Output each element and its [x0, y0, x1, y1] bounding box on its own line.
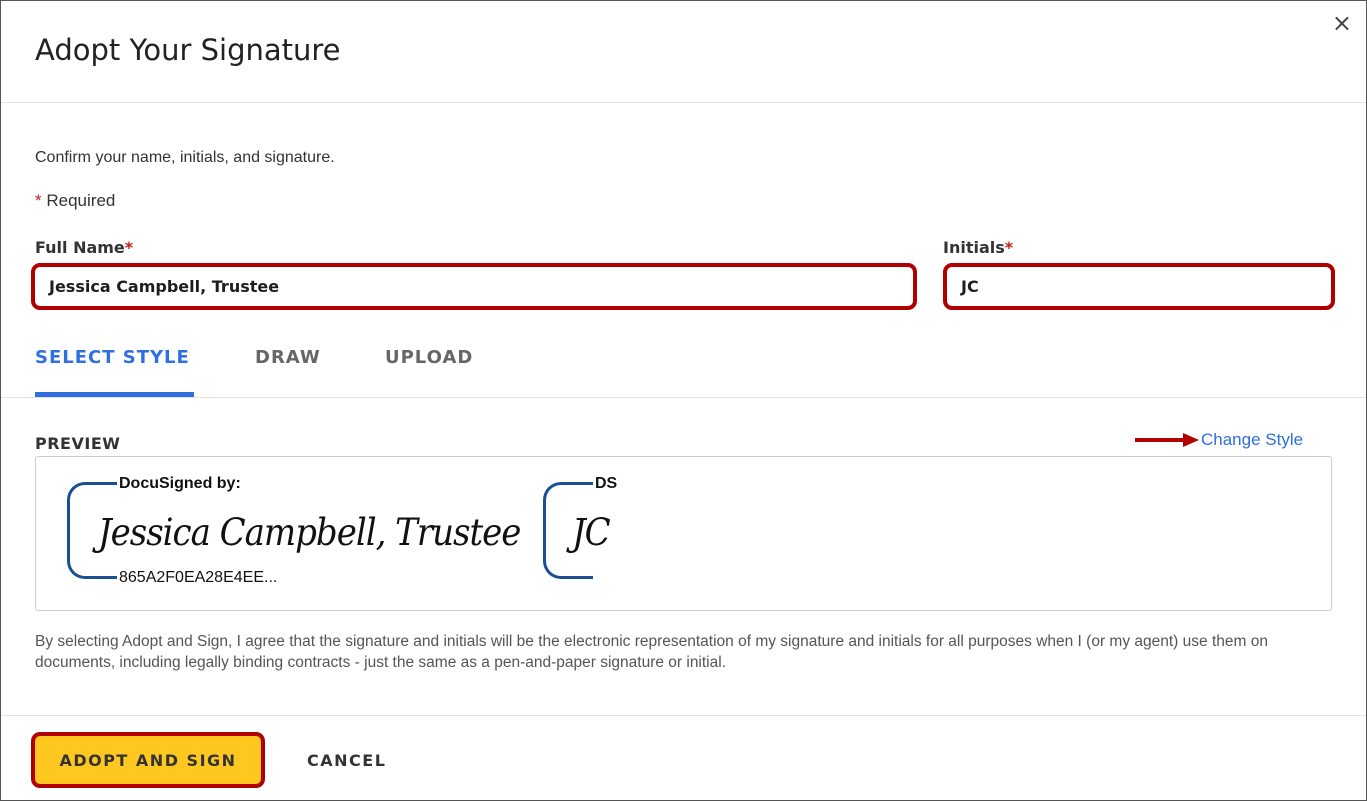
signature-header: DocuSigned by: [119, 475, 241, 492]
initials-label-text: Initials [943, 238, 1005, 257]
tab-draw[interactable]: DRAW [255, 347, 321, 368]
required-star: * [1004, 238, 1014, 257]
tab-select-style[interactable]: SELECT STYLE [35, 347, 190, 368]
initials-image: JC [572, 511, 611, 555]
tabs-divider [1, 397, 1366, 398]
initials-input[interactable]: JC [943, 263, 1335, 310]
header-divider [1, 102, 1366, 103]
dialog-title: Adopt Your Signature [35, 33, 341, 67]
signature-image: Jessica Campbell, Trustee [98, 511, 521, 555]
tab-upload[interactable]: UPLOAD [385, 347, 473, 368]
close-icon[interactable]: × [1332, 9, 1352, 37]
arrow-right-icon [1135, 433, 1199, 447]
full-name-label-text: Full Name [35, 238, 125, 257]
cancel-button[interactable]: CANCEL [307, 751, 386, 770]
required-star: * [35, 191, 42, 210]
change-style-link[interactable]: Change Style [1201, 430, 1303, 450]
initials-label: Initials* [943, 238, 1013, 257]
required-label: Required [46, 191, 116, 210]
required-star: * [124, 238, 134, 257]
required-note: * Required [35, 191, 115, 211]
adopt-and-sign-button[interactable]: ADOPT AND SIGN [31, 732, 265, 788]
initials-header: DS [595, 475, 618, 492]
full-name-label: Full Name* [35, 238, 133, 257]
preview-label: PREVIEW [35, 434, 121, 453]
signature-id: 865A2F0EA28E4EE... [119, 569, 278, 586]
footer-divider [1, 715, 1366, 716]
signature-preview-box: DocuSigned by: Jessica Campbell, Trustee… [35, 456, 1332, 611]
legal-disclosure: By selecting Adopt and Sign, I agree tha… [35, 633, 1268, 671]
intro-text: Confirm your name, initials, and signatu… [35, 149, 335, 166]
full-name-input[interactable]: Jessica Campbell, Trustee [31, 263, 917, 310]
adopt-signature-dialog: × Adopt Your Signature Confirm your name… [0, 0, 1367, 801]
